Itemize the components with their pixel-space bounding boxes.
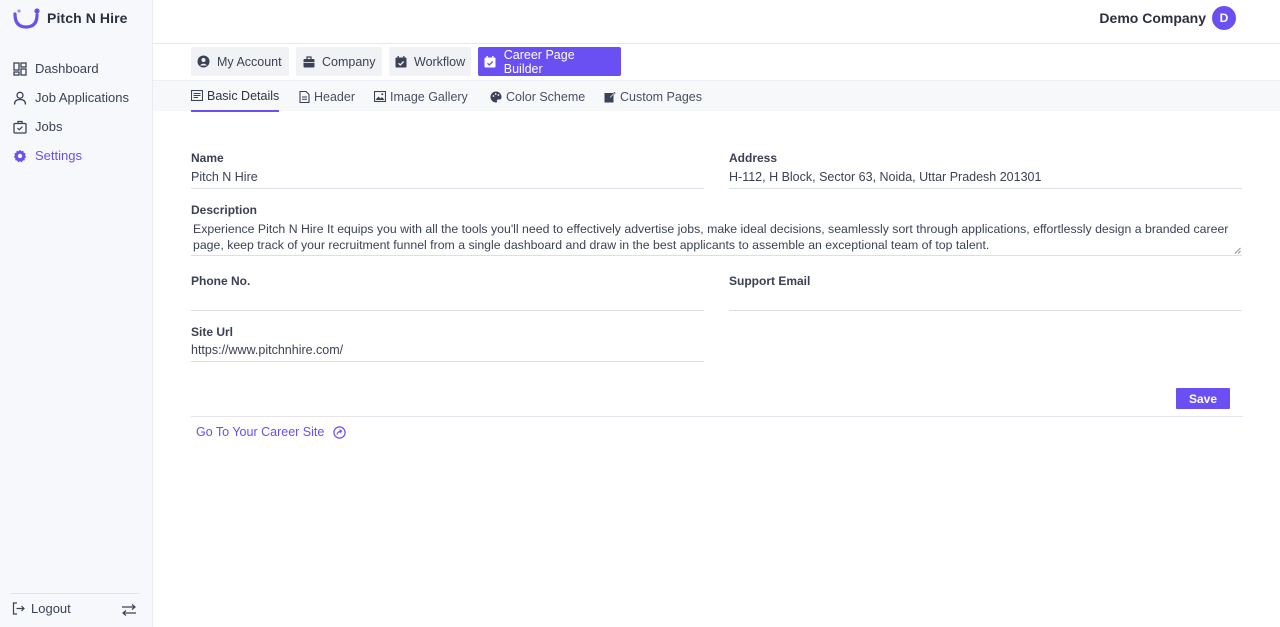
save-button[interactable]: Save (1176, 388, 1230, 409)
subtab-custom-pages[interactable]: Custom Pages (604, 81, 702, 112)
subtab-image-gallery[interactable]: Image Gallery (374, 81, 468, 112)
user-icon (12, 90, 27, 105)
collapse-sidebar-icon[interactable] (121, 603, 137, 617)
sidebar-item-jobs[interactable]: Jobs (0, 112, 153, 141)
brand[interactable]: Pitch N Hire (13, 8, 128, 29)
tab-career-page-builder[interactable]: Career Page Builder (478, 47, 621, 76)
description-textarea[interactable]: Experience Pitch N Hire It equips you wi… (191, 219, 1242, 256)
company-name: Demo Company (1099, 10, 1206, 26)
logout-icon (12, 602, 25, 615)
tab-label: My Account (217, 54, 282, 69)
career-builder-subtabs: Basic Details Header Image Gallery Color… (153, 80, 1280, 112)
logout-button[interactable]: Logout (12, 601, 71, 616)
briefcase-icon (12, 119, 27, 134)
calendar-check-icon (395, 55, 407, 68)
subtab-label: Custom Pages (620, 89, 702, 104)
tab-label: Company (322, 54, 376, 69)
tab-my-account[interactable]: My Account (191, 47, 289, 76)
dashboard-icon (12, 61, 27, 76)
sidebar-item-settings[interactable]: Settings (0, 141, 153, 170)
support-email-input[interactable] (729, 289, 1242, 311)
sidebar: Pitch N Hire Dashboard Job Applications … (0, 0, 153, 627)
sidebar-item-label: Jobs (35, 119, 63, 134)
address-input[interactable]: H-112, H Block, Sector 63, Noida, Uttar … (729, 167, 1242, 189)
subtab-color-scheme[interactable]: Color Scheme (490, 81, 585, 112)
site-url-label: Site Url (191, 325, 234, 339)
career-site-link[interactable]: Go To Your Career Site (196, 425, 347, 439)
subtab-label: Color Scheme (506, 89, 586, 104)
brand-name: Pitch N Hire (47, 10, 128, 26)
palette-icon (490, 91, 502, 103)
external-link-icon (333, 425, 347, 439)
pitchnhire-logo-icon (13, 8, 40, 29)
briefcase-icon (302, 55, 315, 68)
image-icon (374, 91, 386, 103)
edit-page-icon (604, 91, 616, 103)
name-label: Name (191, 151, 224, 165)
settings-tabs: My Account Company Workflow Career Page … (153, 44, 1280, 80)
details-icon (191, 90, 203, 102)
tab-company[interactable]: Company (296, 47, 382, 76)
career-site-link-label: Go To Your Career Site (196, 425, 325, 439)
document-icon (298, 90, 310, 103)
sidebar-item-label: Settings (35, 148, 82, 163)
description-label: Description (191, 203, 258, 217)
sidebar-divider (11, 593, 140, 594)
tab-label: Workflow (414, 54, 466, 69)
subtab-label: Basic Details (207, 88, 280, 103)
gear-icon (12, 148, 27, 163)
subtab-basic-details[interactable]: Basic Details (191, 81, 280, 112)
subtab-label: Header (314, 89, 355, 104)
account-circle-icon (197, 55, 210, 68)
site-url-input[interactable]: https://www.pitchnhire.com/ (191, 340, 704, 362)
sidebar-nav: Dashboard Job Applications Jobs Settings (0, 54, 153, 170)
tab-label: Career Page Builder (503, 47, 575, 76)
support-email-label: Support Email (729, 274, 811, 288)
phone-input[interactable] (191, 289, 704, 311)
calendar-check-icon (484, 55, 497, 68)
tab-workflow[interactable]: Workflow (389, 47, 471, 76)
description-text: Experience Pitch N Hire It equips you wi… (193, 222, 1229, 252)
name-input[interactable]: Pitch N Hire (191, 167, 704, 189)
sidebar-item-dashboard[interactable]: Dashboard (0, 54, 153, 83)
form-divider (191, 416, 1243, 417)
phone-label: Phone No. (191, 274, 251, 288)
address-label: Address (729, 151, 778, 165)
avatar[interactable]: D (1212, 6, 1236, 30)
subtab-label: Image Gallery (390, 89, 468, 104)
resize-handle-icon[interactable] (1234, 247, 1241, 254)
sidebar-item-label: Job Applications (35, 90, 129, 105)
sidebar-item-label: Dashboard (35, 61, 99, 76)
top-bar: Demo Company D (153, 0, 1280, 44)
logout-label: Logout (31, 601, 71, 616)
sidebar-item-job-applications[interactable]: Job Applications (0, 83, 153, 112)
subtab-header[interactable]: Header (298, 81, 355, 112)
